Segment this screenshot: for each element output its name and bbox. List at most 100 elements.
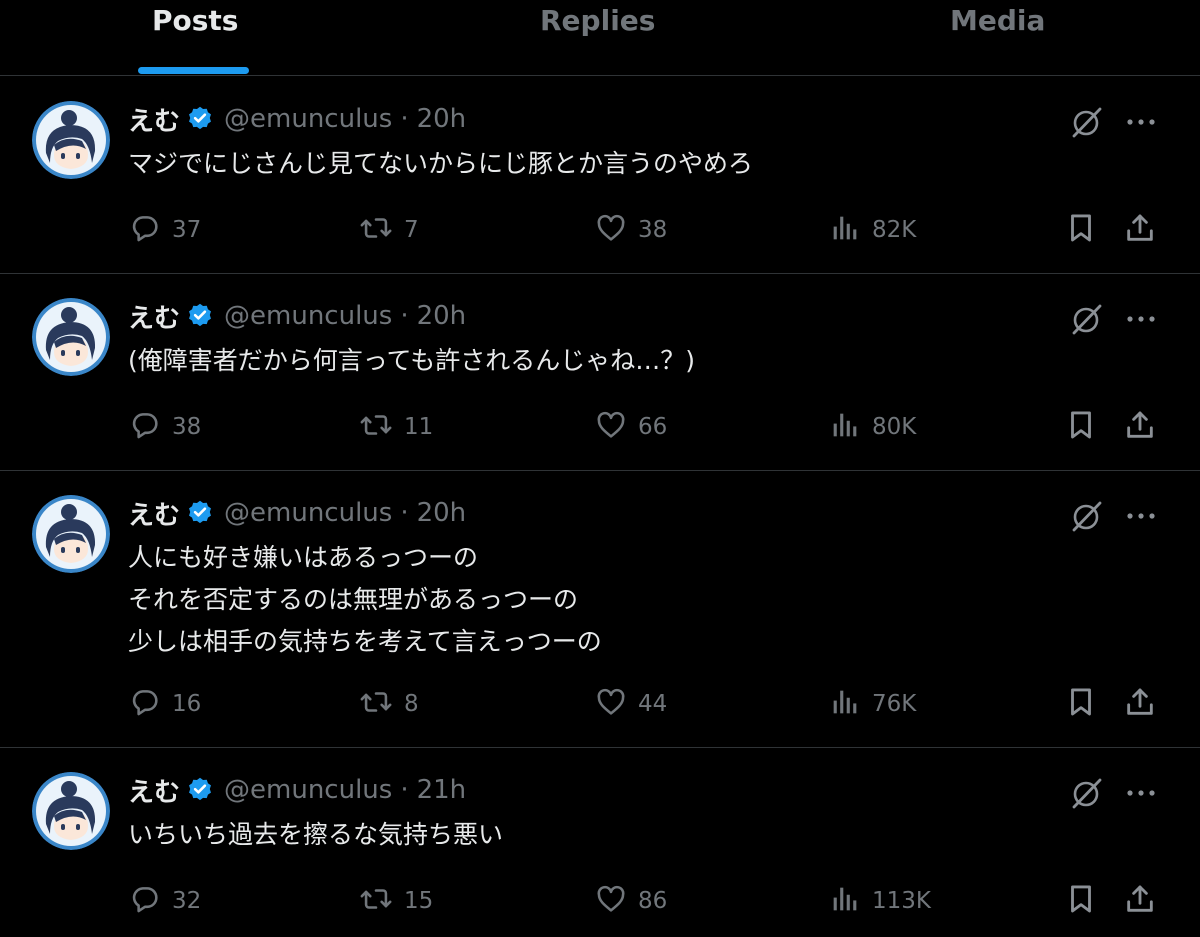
reply-button[interactable]: 38 — [128, 407, 201, 447]
avatar[interactable] — [32, 298, 110, 376]
avatar[interactable] — [32, 101, 110, 179]
repost-count: 7 — [404, 217, 419, 243]
tab-media[interactable]: Media — [950, 0, 1050, 76]
like-icon — [594, 882, 628, 920]
views-count: 76K — [872, 691, 917, 717]
views-button[interactable]: 80K — [828, 407, 916, 447]
separator-dot: · — [400, 775, 409, 805]
bookmark-button[interactable] — [1064, 407, 1098, 447]
grok-icon[interactable] — [1070, 105, 1104, 139]
profile-tabs: Posts Replies Media — [0, 0, 1200, 76]
like-icon — [594, 211, 628, 249]
separator-dot: · — [400, 498, 409, 528]
like-button[interactable]: 44 — [594, 684, 667, 724]
repost-icon — [358, 685, 394, 723]
grok-icon[interactable] — [1070, 302, 1104, 336]
repost-icon — [358, 211, 394, 249]
like-button[interactable]: 86 — [594, 881, 667, 921]
display-name[interactable]: えむ — [128, 772, 180, 809]
post[interactable]: えむ @emunculus · 20h マジでにじさんじ見てないからにじ豚とか言… — [0, 77, 1200, 274]
repost-icon — [358, 408, 394, 446]
views-button[interactable]: 76K — [828, 684, 916, 724]
post[interactable]: えむ @emunculus · 20h 人にも好き嫌いはあるっつーの それを否定… — [0, 471, 1200, 748]
post-actions: 38 11 66 80K — [0, 407, 1200, 447]
post-timestamp[interactable]: 20h — [417, 498, 467, 528]
more-options-icon[interactable] — [1124, 304, 1158, 334]
like-button[interactable]: 38 — [594, 210, 667, 250]
grok-icon[interactable] — [1070, 776, 1104, 810]
active-tab-indicator — [138, 67, 249, 74]
post[interactable]: えむ @emunculus · 20h (俺障害者だから何言っても許されるんじゃ… — [0, 274, 1200, 471]
user-handle[interactable]: @emunculus — [224, 104, 392, 134]
tab-replies[interactable]: Replies — [540, 0, 655, 76]
reply-count: 16 — [172, 691, 202, 717]
repost-count: 8 — [404, 691, 419, 717]
bookmark-icon — [1064, 211, 1098, 249]
post-header: えむ @emunculus · 20h — [128, 298, 466, 334]
reply-icon — [128, 685, 162, 723]
views-count: 82K — [872, 217, 917, 243]
repost-icon — [358, 882, 394, 920]
share-button[interactable] — [1122, 407, 1158, 447]
like-button[interactable]: 66 — [594, 407, 667, 447]
reply-button[interactable]: 32 — [128, 881, 201, 921]
bookmark-button[interactable] — [1064, 684, 1098, 724]
verified-badge-icon[interactable] — [186, 105, 214, 133]
reply-button[interactable]: 37 — [128, 210, 201, 250]
bookmark-icon — [1064, 685, 1098, 723]
like-icon — [594, 408, 628, 446]
user-handle[interactable]: @emunculus — [224, 775, 392, 805]
reply-icon — [128, 882, 162, 920]
verified-badge-icon[interactable] — [186, 499, 214, 527]
reply-count: 37 — [172, 217, 202, 243]
bookmark-icon — [1064, 408, 1098, 446]
repost-count: 15 — [404, 888, 434, 914]
display-name[interactable]: えむ — [128, 101, 180, 138]
post-actions: 37 7 38 82K — [0, 210, 1200, 250]
post-timestamp[interactable]: 21h — [417, 775, 467, 805]
tab-replies-label: Replies — [540, 4, 656, 37]
reply-icon — [128, 408, 162, 446]
more-options-icon[interactable] — [1124, 107, 1158, 137]
post-text: (俺障害者だから何言っても許されるんじゃね…？) — [128, 346, 696, 375]
views-icon — [828, 408, 862, 446]
views-icon — [828, 882, 862, 920]
repost-button[interactable]: 15 — [358, 881, 433, 921]
display-name[interactable]: えむ — [128, 495, 180, 532]
avatar[interactable] — [32, 495, 110, 573]
repost-button[interactable]: 8 — [358, 684, 419, 724]
reply-count: 38 — [172, 414, 202, 440]
user-handle[interactable]: @emunculus — [224, 301, 392, 331]
views-button[interactable]: 113K — [828, 881, 931, 921]
post-text: いちいち過去を擦るな気持ち悪い — [128, 820, 504, 849]
more-options-icon[interactable] — [1124, 501, 1158, 531]
share-button[interactable] — [1122, 881, 1158, 921]
user-handle[interactable]: @emunculus — [224, 498, 392, 528]
post[interactable]: えむ @emunculus · 21h いちいち過去を擦るな気持ち悪い 32 1… — [0, 748, 1200, 937]
separator-dot: · — [400, 301, 409, 331]
reply-button[interactable]: 16 — [128, 684, 201, 724]
tab-posts-label: Posts — [152, 4, 239, 37]
share-icon — [1122, 408, 1158, 446]
views-button[interactable]: 82K — [828, 210, 916, 250]
separator-dot: · — [400, 104, 409, 134]
post-header: えむ @emunculus · 21h — [128, 772, 466, 808]
post-header: えむ @emunculus · 20h — [128, 495, 466, 531]
post-timestamp[interactable]: 20h — [417, 104, 467, 134]
repost-button[interactable]: 7 — [358, 210, 419, 250]
verified-badge-icon[interactable] — [186, 776, 214, 804]
like-count: 44 — [638, 691, 668, 717]
avatar[interactable] — [32, 772, 110, 850]
verified-badge-icon[interactable] — [186, 302, 214, 330]
share-button[interactable] — [1122, 210, 1158, 250]
bookmark-button[interactable] — [1064, 881, 1098, 921]
repost-button[interactable]: 11 — [358, 407, 433, 447]
tab-posts[interactable]: Posts — [152, 0, 242, 76]
more-options-icon[interactable] — [1124, 778, 1158, 808]
post-timestamp[interactable]: 20h — [417, 301, 467, 331]
share-button[interactable] — [1122, 684, 1158, 724]
like-count: 38 — [638, 217, 668, 243]
grok-icon[interactable] — [1070, 499, 1104, 533]
display-name[interactable]: えむ — [128, 298, 180, 335]
bookmark-button[interactable] — [1064, 210, 1098, 250]
